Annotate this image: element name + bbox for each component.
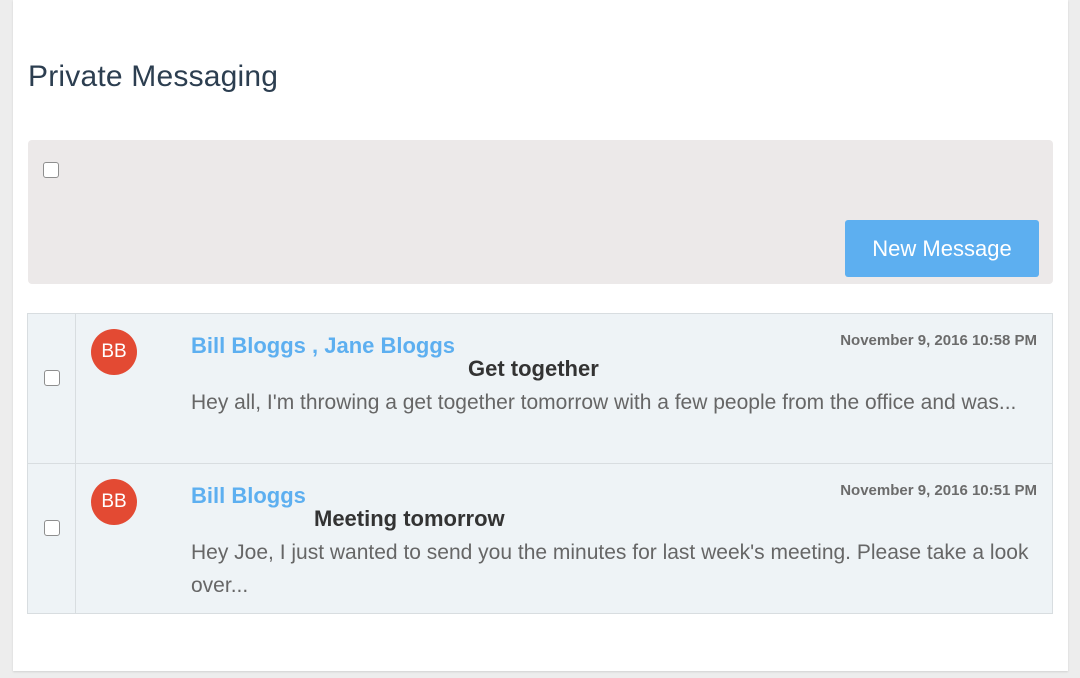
avatar: BB	[91, 329, 137, 375]
message-date: November 9, 2016 10:51 PM	[840, 482, 1037, 499]
message-list: BB Bill Bloggs , Jane Bloggs November 9,…	[27, 313, 1053, 614]
new-message-button[interactable]: New Message	[845, 220, 1039, 277]
select-all-checkbox[interactable]	[43, 162, 59, 178]
message-subject[interactable]: Meeting tomorrow	[314, 506, 505, 532]
avatar: BB	[91, 479, 137, 525]
message-participants[interactable]: Bill Bloggs	[191, 483, 306, 509]
message-snippet: Hey Joe, I just wanted to send you the m…	[191, 541, 1029, 597]
message-checkbox[interactable]	[44, 520, 60, 536]
message-toolbar: New Message	[28, 140, 1053, 284]
page-title: Private Messaging	[28, 60, 279, 93]
message-checkbox[interactable]	[44, 370, 60, 386]
message-row[interactable]: BB Bill Bloggs , Jane Bloggs November 9,…	[28, 314, 1052, 464]
message-row[interactable]: BB Bill Bloggs November 9, 2016 10:51 PM…	[28, 464, 1052, 614]
message-subject[interactable]: Get together	[468, 356, 599, 382]
message-snippet: Hey all, I'm throwing a get together tom…	[191, 391, 1017, 414]
message-select-cell	[28, 314, 76, 463]
message-date: November 9, 2016 10:58 PM	[840, 332, 1037, 349]
message-select-cell	[28, 464, 76, 614]
message-participants[interactable]: Bill Bloggs , Jane Bloggs	[191, 333, 455, 359]
